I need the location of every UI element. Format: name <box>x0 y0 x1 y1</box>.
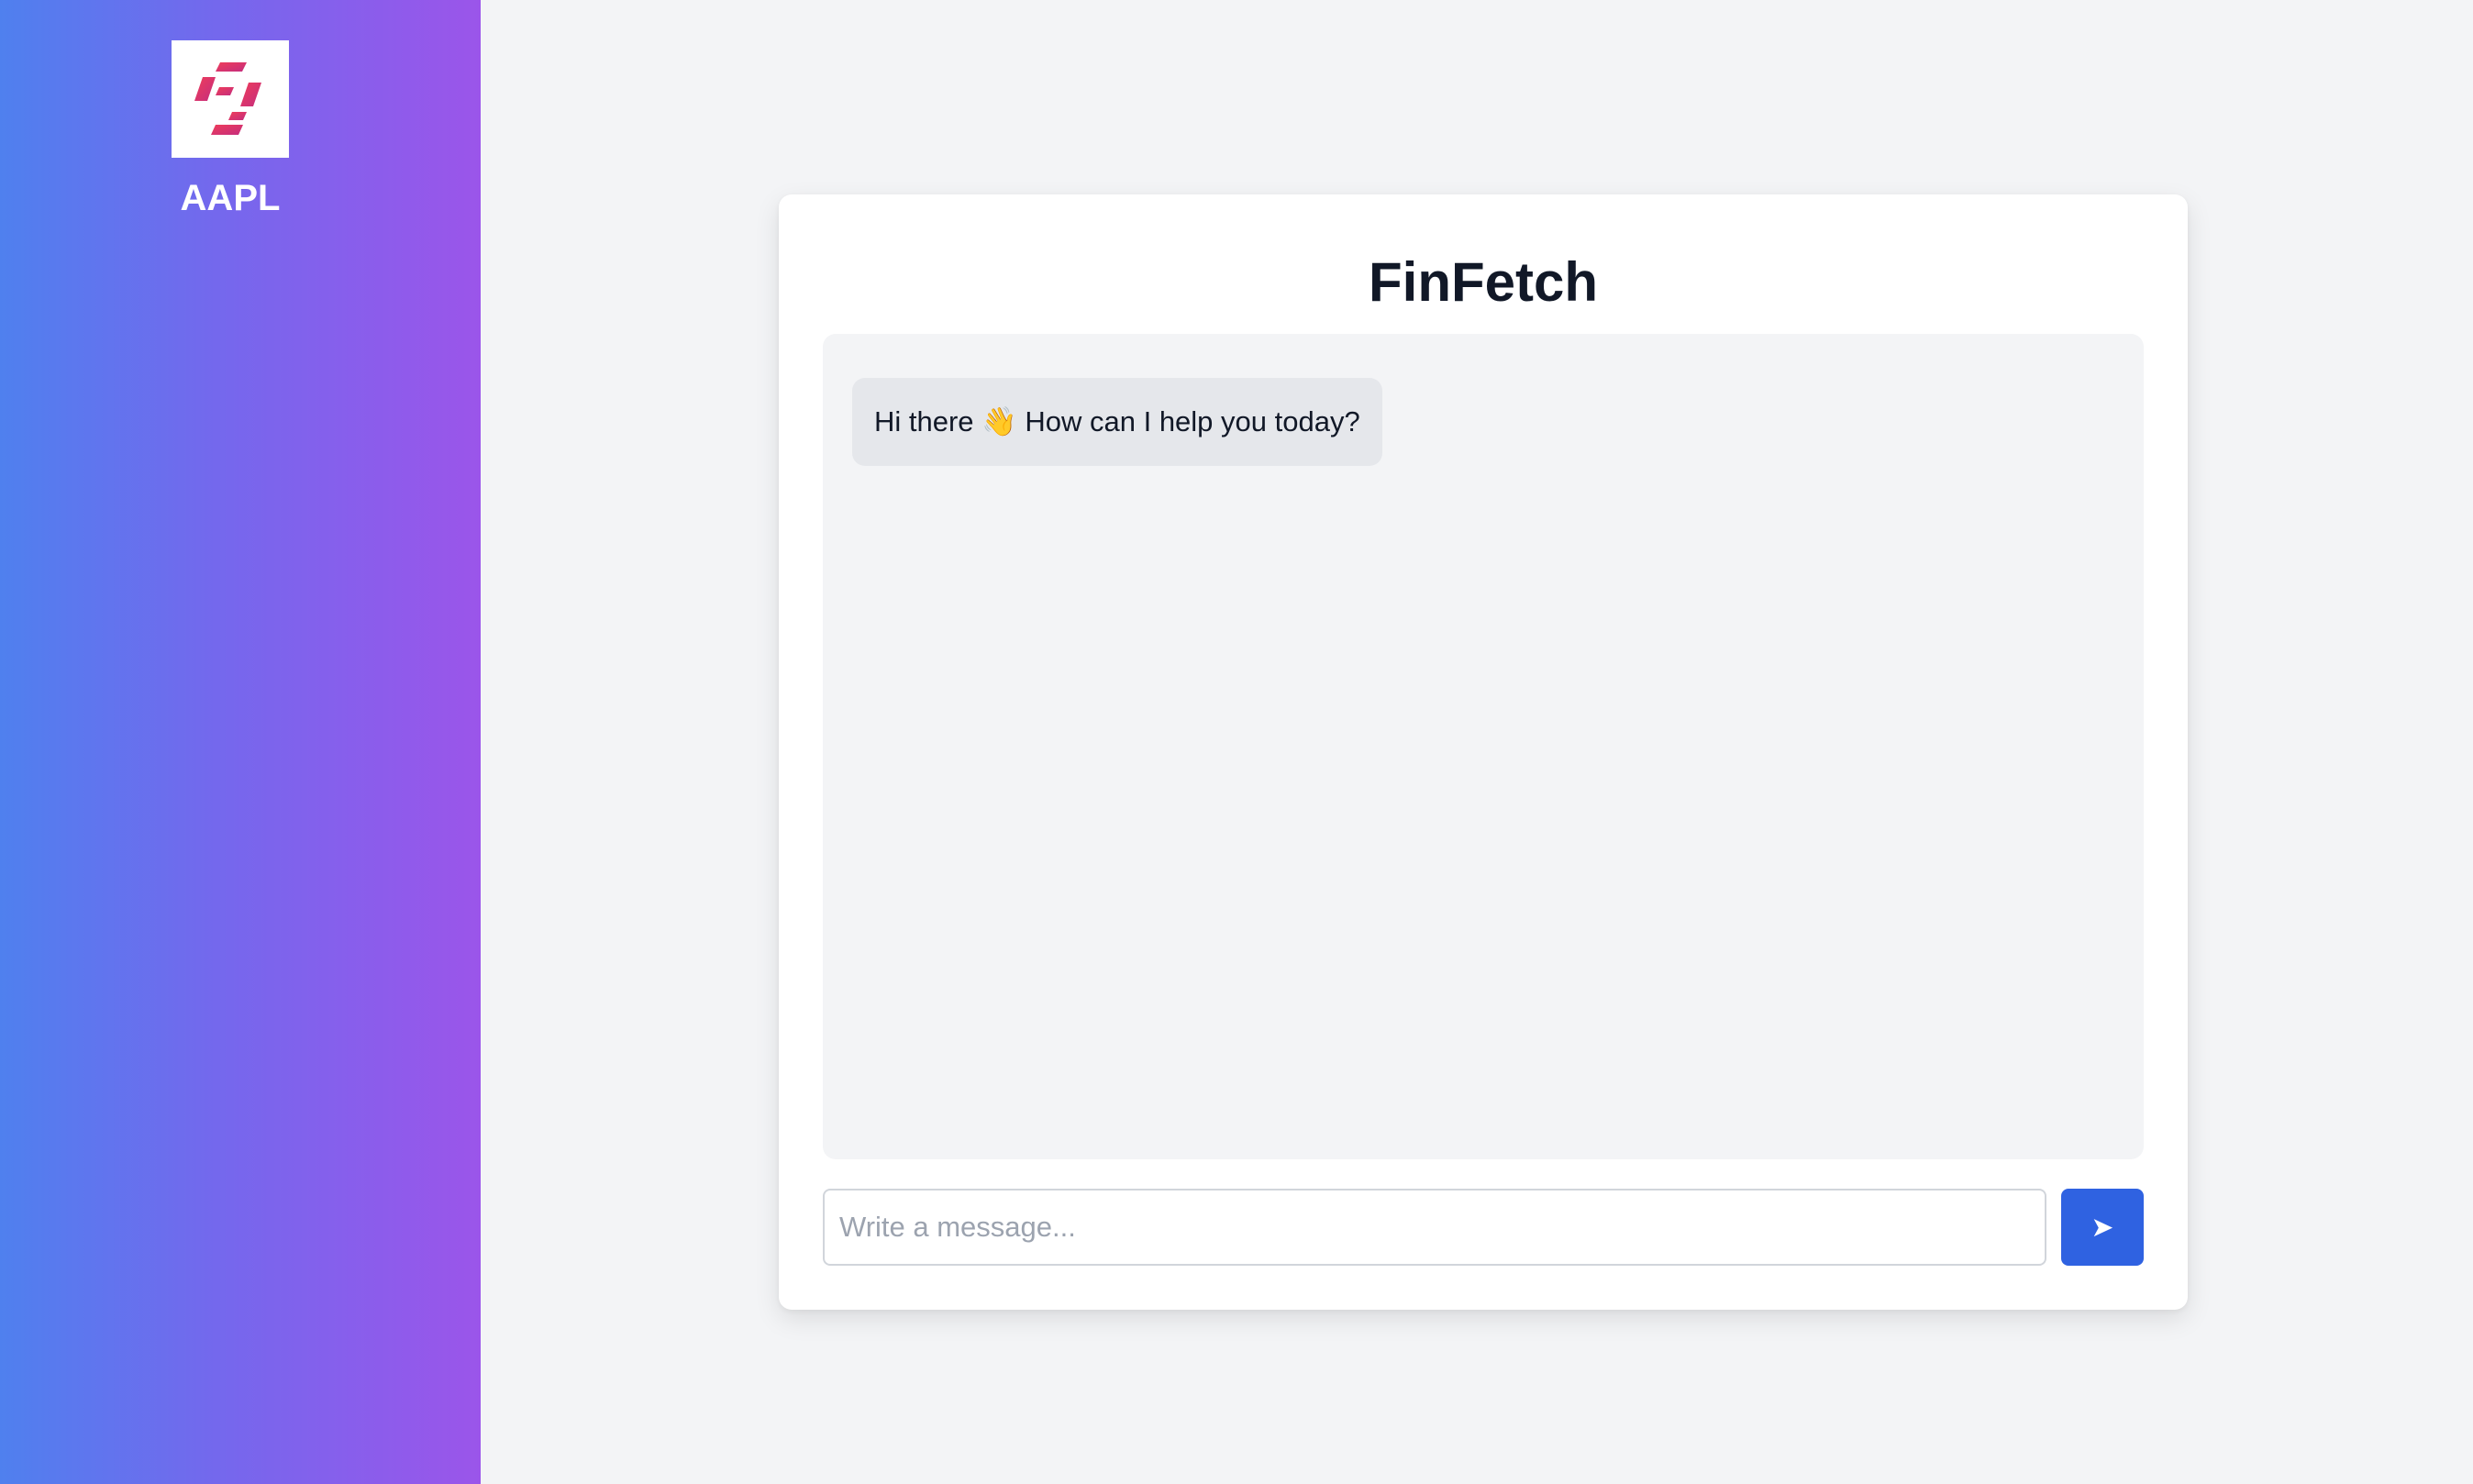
app-root: AAPL FinFetch Hi there 👋 How can I help … <box>0 0 2473 1484</box>
chat-card: FinFetch Hi there 👋 How can I help you t… <box>779 194 2188 1310</box>
app-title: FinFetch <box>1369 251 1598 313</box>
message-composer: ➤ <box>823 1189 2144 1266</box>
message-list[interactable]: Hi there 👋 How can I help you today? <box>823 334 2144 1159</box>
finfetch-logo-icon <box>194 62 261 135</box>
logo <box>172 40 289 158</box>
send-button[interactable]: ➤ <box>2061 1189 2144 1266</box>
send-arrow-icon: ➤ <box>2090 1211 2114 1244</box>
ticker-symbol: AAPL <box>180 178 281 218</box>
bot-message: Hi there 👋 How can I help you today? <box>852 378 1382 466</box>
sidebar: AAPL <box>0 0 481 1484</box>
message-input[interactable] <box>823 1189 2046 1266</box>
